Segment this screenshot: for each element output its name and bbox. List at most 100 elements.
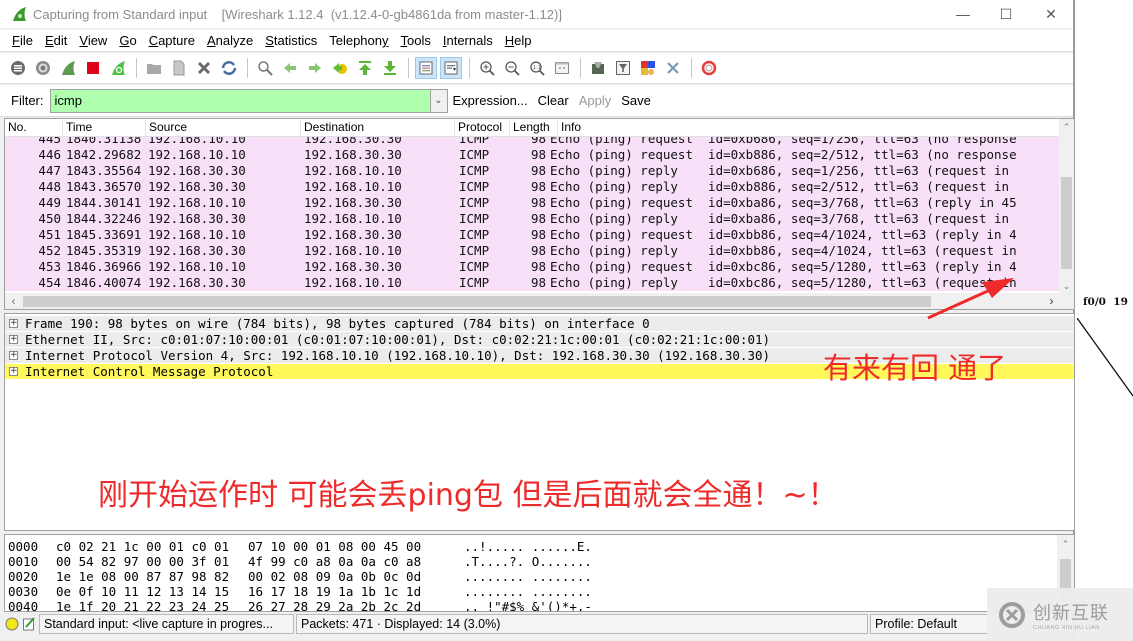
reload-button[interactable] (218, 57, 240, 79)
column-header-info[interactable]: Info (557, 120, 581, 136)
menu-edit[interactable]: Edit (39, 33, 73, 48)
open-file-button[interactable] (143, 57, 165, 79)
packet-destination: 192.168.30.30 (304, 147, 402, 162)
save-filter-button[interactable]: Save (621, 93, 651, 108)
menu-tools[interactable]: Tools (395, 33, 437, 48)
zoom-in-button[interactable] (476, 57, 498, 79)
menu-bar: File Edit View Go Capture Analyze Statis… (0, 30, 1073, 52)
packet-row[interactable]: 449 1844.30141 192.168.10.10 192.168.30.30 I… (5, 195, 1061, 211)
menu-file[interactable]: File (6, 33, 39, 48)
menu-help[interactable]: Help (499, 33, 538, 48)
scroll-down-icon[interactable]: ⌄ (1059, 279, 1074, 293)
packet-row[interactable]: 452 1845.35319 192.168.30.30 192.168.10.10 I… (5, 243, 1061, 259)
packet-row[interactable]: 451 1845.33691 192.168.10.10 192.168.30.30 I… (5, 227, 1061, 243)
hex-bytes-first-half: 1e 1f 20 21 22 23 24 25 (56, 599, 230, 612)
packet-destination: 192.168.10.10 (304, 243, 402, 258)
display-filters-button[interactable] (612, 57, 634, 79)
capture-comment-icon[interactable] (22, 617, 36, 631)
preferences-button[interactable] (662, 57, 684, 79)
packet-row[interactable]: 453 1846.36966 192.168.10.10 192.168.30.30 I… (5, 259, 1061, 275)
packet-no: 453 (38, 259, 61, 274)
menu-capture[interactable]: Capture (143, 33, 201, 48)
scroll-left-icon[interactable]: ‹ (5, 293, 22, 309)
go-first-button[interactable] (354, 57, 376, 79)
detail-tree-item[interactable]: + Frame 190: 98 bytes on wire (784 bits),… (5, 316, 1074, 332)
packet-row[interactable]: 447 1843.35564 192.168.30.30 192.168.10.10 I… (5, 163, 1061, 179)
svg-text:1:1: 1:1 (533, 65, 541, 71)
column-header-no[interactable]: No. (5, 120, 27, 136)
expression-button[interactable]: Expression... (453, 93, 528, 108)
help-button[interactable] (698, 57, 720, 79)
scrollbar-thumb[interactable] (1061, 177, 1072, 269)
auto-scroll-button[interactable] (440, 57, 462, 79)
menu-telephony[interactable]: Telephony (323, 33, 394, 48)
go-back-button[interactable] (279, 57, 301, 79)
packet-row[interactable]: 454 1846.40074 192.168.30.30 192.168.10.10 I… (5, 275, 1061, 291)
colorize-button[interactable] (415, 57, 437, 79)
close-file-button[interactable] (193, 57, 215, 79)
restart-capture-button[interactable] (107, 57, 129, 79)
column-header-protocol[interactable]: Protocol (454, 120, 502, 136)
menu-analyze[interactable]: Analyze (201, 33, 259, 48)
scrollbar-thumb[interactable] (23, 296, 931, 307)
menu-internals[interactable]: Internals (437, 33, 499, 48)
stop-capture-icon (87, 62, 99, 74)
options-icon (36, 61, 50, 75)
interfaces-button[interactable] (7, 57, 29, 79)
expand-icon[interactable]: + (9, 335, 18, 344)
restart-capture-icon (112, 61, 125, 75)
stop-capture-button[interactable] (82, 57, 104, 79)
packet-list-header: No. Time Source Destination Protocol Len… (5, 119, 1061, 137)
packet-list-horizontal-scrollbar[interactable]: ‹ › (5, 293, 1074, 309)
go-to-packet-button[interactable] (329, 57, 351, 79)
options-button[interactable] (32, 57, 54, 79)
menu-view[interactable]: View (73, 33, 113, 48)
menu-statistics[interactable]: Statistics (259, 33, 323, 48)
column-header-source[interactable]: Source (145, 120, 187, 136)
column-header-length[interactable]: Length (509, 120, 550, 136)
maximize-button[interactable]: ☐ (983, 0, 1029, 28)
packet-row[interactable]: 448 1843.36570 192.168.30.30 192.168.10.10 I… (5, 179, 1061, 195)
hex-bytes-second-half: 07 10 00 01 08 00 45 00 (248, 539, 422, 554)
expand-icon[interactable]: + (9, 367, 18, 376)
packet-row[interactable]: 446 1842.29682 192.168.10.10 192.168.30.30 I… (5, 147, 1061, 163)
capture-filters-icon (592, 62, 604, 74)
minimize-icon: — (956, 6, 970, 22)
toolbar-separator (408, 58, 409, 78)
clear-button[interactable]: Clear (538, 93, 569, 108)
scroll-up-icon[interactable]: ⌃ (1057, 539, 1074, 550)
coloring-rules-button[interactable] (637, 57, 659, 79)
scroll-right-icon[interactable]: › (1043, 293, 1060, 309)
column-header-destination[interactable]: Destination (300, 120, 364, 136)
start-capture-button[interactable] (57, 57, 79, 79)
save-file-button[interactable] (168, 57, 190, 79)
scroll-up-icon[interactable]: ⌃ (1059, 120, 1074, 134)
minimize-button[interactable]: — (940, 0, 986, 28)
close-button[interactable]: ✕ (1028, 0, 1074, 28)
expert-info-icon[interactable] (5, 617, 19, 631)
reload-icon (221, 61, 237, 75)
apply-button[interactable]: Apply (579, 93, 612, 108)
toolbar-separator (469, 58, 470, 78)
display-filter-input[interactable] (49, 88, 430, 113)
go-forward-button[interactable] (304, 57, 326, 79)
resize-columns-button[interactable] (551, 57, 573, 79)
column-header-time[interactable]: Time (62, 120, 92, 136)
detail-text: Ethernet II, Src: c0:01:07:10:00:01 (c0:… (25, 332, 771, 347)
packet-row[interactable]: 450 1844.32246 192.168.30.30 192.168.10.10 I… (5, 211, 1061, 227)
capture-filters-button[interactable] (587, 57, 609, 79)
zoom-out-button[interactable] (501, 57, 523, 79)
packet-time: 1842.29682 (66, 147, 142, 162)
packet-list-vertical-scrollbar[interactable]: ⌃ ⌄ (1059, 119, 1074, 293)
filter-history-dropdown[interactable]: ⌄ (429, 88, 448, 113)
expand-icon[interactable]: + (9, 319, 18, 328)
zoom-normal-button[interactable]: 1:1 (526, 57, 548, 79)
expand-icon[interactable]: + (9, 351, 18, 360)
menu-go[interactable]: Go (113, 33, 142, 48)
menu-mnemonic: E (44, 33, 54, 48)
packet-no: 451 (38, 227, 61, 242)
find-packet-button[interactable] (254, 57, 276, 79)
packet-info: Echo (ping) reply id=0xb686, seq=1/256, … (550, 163, 1010, 178)
colorize-icon (419, 61, 433, 75)
go-last-button[interactable] (379, 57, 401, 79)
